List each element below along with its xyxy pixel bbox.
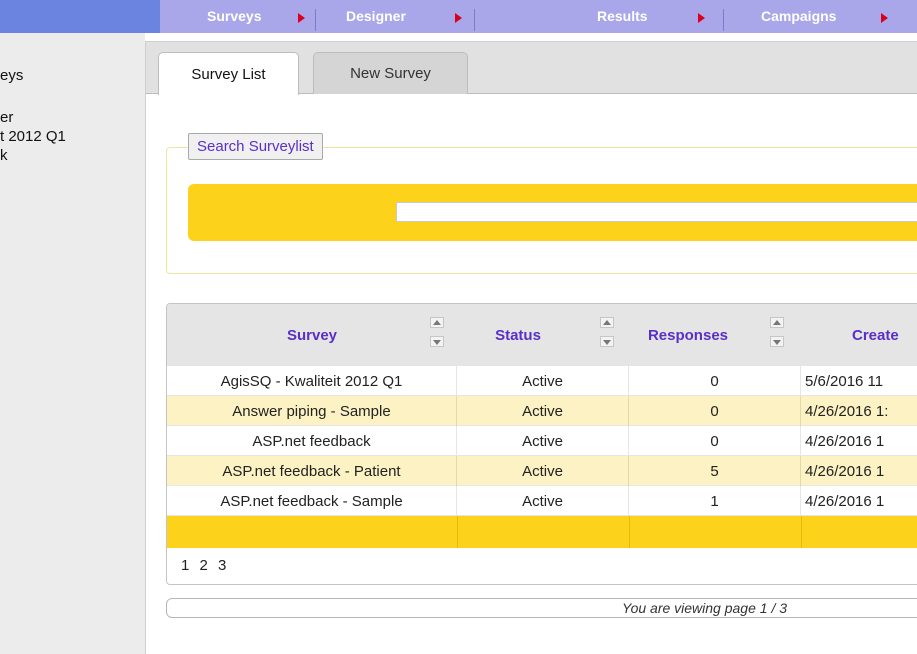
tab-new-survey[interactable]: New Survey <box>313 52 468 94</box>
page-link-3[interactable]: 3 <box>218 557 226 574</box>
arrow-right-icon <box>698 13 705 23</box>
column-header-survey[interactable]: Survey <box>167 304 457 366</box>
nav-surveys-label: Surveys <box>207 8 262 24</box>
page-status-text: You are viewing page 1 / 3 <box>622 600 788 616</box>
sidebar: eys er t 2012 Q1 k <box>0 33 145 654</box>
arrow-right-icon <box>455 13 462 23</box>
tab-bar: Survey List New Survey <box>146 42 917 95</box>
nav-designer-label: Designer <box>346 8 406 24</box>
menu-divider <box>723 9 724 31</box>
search-surveylist-button[interactable]: Search Surveylist <box>188 133 323 160</box>
sort-descending-icon[interactable] <box>430 336 444 347</box>
sidebar-item-feedback[interactable]: k <box>0 147 8 164</box>
nav-campaigns[interactable]: Campaigns <box>761 0 911 33</box>
page-link-1[interactable]: 1 <box>181 557 189 574</box>
cell-created: 5/6/2016 11 <box>805 372 884 390</box>
pager: 1 2 3 <box>181 557 232 574</box>
nav-left-block <box>0 0 160 33</box>
cell-status: Active <box>457 396 629 426</box>
sort-ascending-icon[interactable] <box>600 317 614 328</box>
table-row[interactable]: ASP.net feedback - Patient Active 5 4/26… <box>167 456 917 486</box>
cell-created: 4/26/2016 1: <box>805 402 889 420</box>
cell-responses: 0 <box>629 426 801 456</box>
status-bar: You are viewing page 1 / 3 <box>166 598 917 618</box>
menu-divider <box>474 9 475 31</box>
table-row[interactable]: Answer piping - Sample Active 0 4/26/201… <box>167 396 917 426</box>
cell-survey[interactable]: ASP.net feedback - Sample <box>167 486 457 516</box>
sort-descending-icon[interactable] <box>600 336 614 347</box>
cell-status: Active <box>457 366 629 396</box>
cell-responses: 0 <box>629 366 801 396</box>
tab-survey-list[interactable]: Survey List <box>158 52 299 95</box>
cell-survey[interactable]: ASP.net feedback <box>167 426 457 456</box>
nav-surveys[interactable]: Surveys <box>207 0 335 33</box>
column-header-responses[interactable]: Responses <box>629 304 747 366</box>
cell-responses: 1 <box>629 486 801 516</box>
sort-descending-icon[interactable] <box>770 336 784 347</box>
survey-grid: Survey Status Responses Create AgisSQ - … <box>166 303 917 585</box>
cell-status: Active <box>457 456 629 486</box>
cell-status: Active <box>457 486 629 516</box>
cell-created: 4/26/2016 1 <box>805 492 885 510</box>
sort-responses-control <box>769 317 785 353</box>
grid-header: Survey Status Responses Create <box>167 304 917 366</box>
column-divider <box>457 516 458 548</box>
nav-designer[interactable]: Designer <box>346 0 482 33</box>
cell-created: 4/26/2016 1 <box>805 432 885 450</box>
cell-responses: 0 <box>629 396 801 426</box>
top-navigation: Surveys Designer Results Campaigns <box>0 0 917 33</box>
table-row[interactable]: AgisSQ - Kwaliteit 2012 Q1 Active 0 5/6/… <box>167 366 917 396</box>
menu-divider <box>315 9 316 31</box>
main-panel: Survey List New Survey Search Surveylist… <box>145 41 917 654</box>
sidebar-item-kwaliteit[interactable]: t 2012 Q1 <box>0 128 66 145</box>
table-row[interactable]: ASP.net feedback Active 0 4/26/2016 1 <box>167 426 917 456</box>
grid-footer-band <box>167 516 917 548</box>
cell-status: Active <box>457 426 629 456</box>
nav-campaigns-label: Campaigns <box>761 8 837 24</box>
cell-survey[interactable]: ASP.net feedback - Patient <box>167 456 457 486</box>
cell-responses: 5 <box>629 456 801 486</box>
sort-ascending-icon[interactable] <box>770 317 784 328</box>
sort-survey-control <box>429 317 445 353</box>
search-input[interactable] <box>396 202 917 222</box>
sort-ascending-icon[interactable] <box>430 317 444 328</box>
arrow-right-icon <box>881 13 888 23</box>
table-row[interactable]: ASP.net feedback - Sample Active 1 4/26/… <box>167 486 917 516</box>
sidebar-item-designer[interactable]: er <box>0 109 13 126</box>
arrow-right-icon <box>298 13 305 23</box>
nav-results[interactable]: Results <box>597 0 724 33</box>
sidebar-item-surveys[interactable]: eys <box>0 67 23 84</box>
cell-survey[interactable]: AgisSQ - Kwaliteit 2012 Q1 <box>167 366 457 396</box>
column-divider <box>801 516 802 548</box>
page-link-2[interactable]: 2 <box>200 557 208 574</box>
column-divider <box>629 516 630 548</box>
nav-results-label: Results <box>597 8 648 24</box>
sort-status-control <box>599 317 615 353</box>
column-header-created[interactable]: Create <box>797 304 917 366</box>
column-header-status[interactable]: Status <box>457 304 579 366</box>
cell-created: 4/26/2016 1 <box>805 462 885 480</box>
cell-survey[interactable]: Answer piping - Sample <box>167 396 457 426</box>
main-menu: Surveys Designer Results Campaigns <box>160 0 917 33</box>
